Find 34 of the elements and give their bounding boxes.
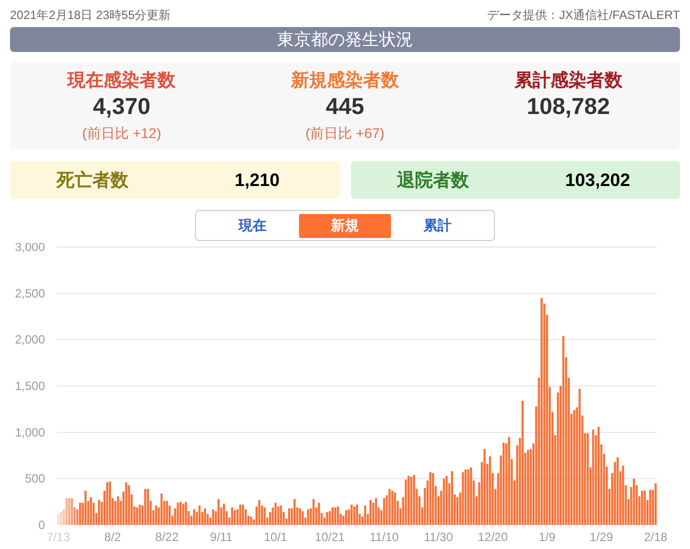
stat-value: 108,782 xyxy=(526,92,610,121)
axis-label: 10/1 xyxy=(264,530,288,544)
stat-value: 4,370 xyxy=(92,92,150,121)
axis-label: 1/29 xyxy=(590,530,614,544)
axis-label: 9/11 xyxy=(210,530,232,544)
update-time: 2021年2月18日 23時55分更新 xyxy=(10,7,171,24)
axis-label: 8/22 xyxy=(155,530,179,544)
section-title: 東京都の発生状況 xyxy=(10,27,680,52)
axis-label: 12/20 xyxy=(478,530,508,544)
summary-value: 1,210 xyxy=(234,168,281,192)
axis-label: 2,500 xyxy=(14,286,45,300)
axis-label: 500 xyxy=(24,472,45,486)
axis-label: 10/21 xyxy=(314,530,345,544)
summary-label: 退院者数 xyxy=(396,168,470,192)
axis-label: 1/9 xyxy=(538,530,556,544)
tab[interactable]: 累計 xyxy=(391,214,484,238)
axis-label: 1,000 xyxy=(14,425,45,440)
axis-label: 11/30 xyxy=(424,530,454,544)
axis-label: 0 xyxy=(38,518,45,532)
axis-label: 1,500 xyxy=(14,379,45,393)
stat-change: (前日比 +67) xyxy=(306,124,384,143)
axis-label: 2,000 xyxy=(14,332,45,347)
stat-value: 445 xyxy=(326,92,364,121)
data-source: データ提供：JX通信社/FASTALERT xyxy=(487,7,680,24)
summary-value: 103,202 xyxy=(564,168,632,192)
stat-change: (前日比 +12) xyxy=(82,124,162,143)
stat-label: 累計感染者数 xyxy=(514,69,622,91)
stat-label: 新規感染者数 xyxy=(290,69,399,91)
axis-label: 11/10 xyxy=(370,530,399,544)
axis-label: 2/18 xyxy=(644,530,668,544)
stat-label: 現在感染者数 xyxy=(68,69,176,91)
summary-label: 死亡者数 xyxy=(55,168,130,192)
tab[interactable]: 現在 xyxy=(206,214,299,238)
axis-label: 8/2 xyxy=(104,530,121,544)
